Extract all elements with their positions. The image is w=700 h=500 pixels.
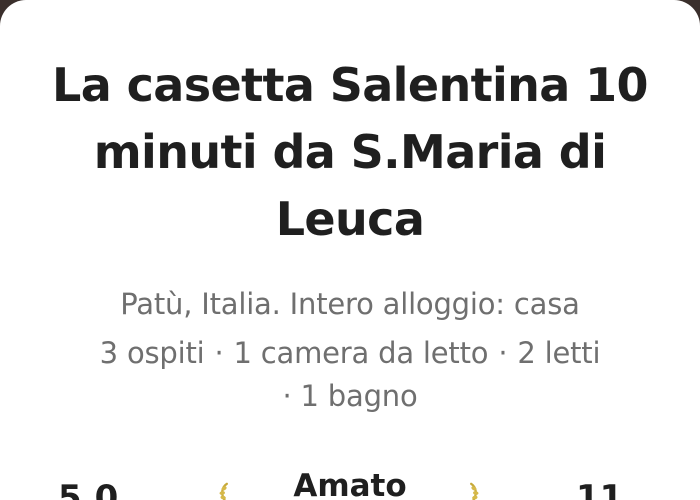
listing-sheet: La casetta Salentina 10 minuti da S.Mari… — [0, 0, 700, 500]
laurel-left-icon — [219, 482, 228, 500]
guests-count: 3 ospiti — [99, 336, 205, 370]
bathrooms-line: · 1 bagno — [20, 376, 680, 416]
details-line: 3 ospiti · 1 camera da letto · 2 letti — [20, 330, 680, 376]
listing-summary: Patù, Italia. Intero alloggio: casa 3 os… — [20, 278, 680, 413]
beds-count: 2 letti — [517, 336, 601, 370]
separator: · — [282, 379, 292, 413]
rating-value: 5,0 — [58, 478, 119, 500]
separator: · — [214, 336, 224, 370]
guest-favorite-stats: 5,0 Amato 11 — [0, 462, 700, 500]
guest-favorite-label: Amato — [293, 468, 407, 500]
bedrooms-count: 1 camera da letto — [233, 336, 489, 370]
reviews-count[interactable]: 11 — [576, 478, 623, 500]
location-line: Patù, Italia. Intero alloggio: casa — [120, 287, 580, 321]
laurel-right-icon — [470, 482, 479, 500]
listing-title: La casetta Salentina 10 minuti da S.Mari… — [52, 58, 649, 246]
bathrooms-count: 1 bagno — [300, 379, 418, 413]
separator: · — [498, 336, 508, 370]
